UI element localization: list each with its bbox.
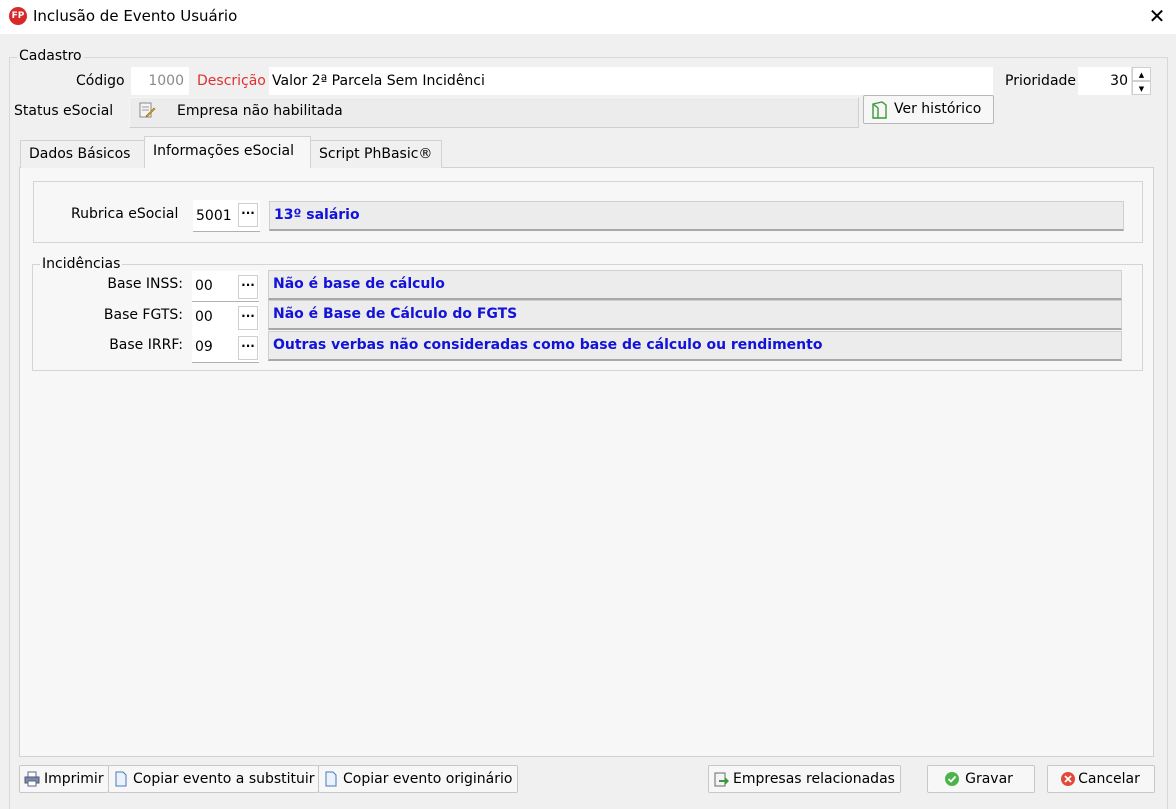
codigo-field[interactable]: 1000 [131, 67, 189, 95]
copiar-evento-substituir-label: Copiar evento a substituir [133, 771, 315, 787]
cancel-circle-icon [1061, 772, 1075, 786]
descricao-label: Descrição [197, 73, 266, 89]
incidencias-legend: Incidências [40, 256, 123, 272]
printer-icon [24, 771, 40, 787]
base-inss-description: Não é base de cálculo [268, 270, 1122, 300]
empresas-relacionadas-button[interactable]: Empresas relacionadas [708, 765, 901, 793]
copiar-evento-originario-button[interactable]: Copiar evento originário [318, 765, 518, 793]
base-irrf-label: Base IRRF: [109, 337, 183, 353]
imprimir-label: Imprimir [44, 771, 104, 787]
close-button[interactable]: ✕ [1142, 1, 1172, 31]
base-fgts-lookup-button[interactable]: ··· [238, 306, 258, 330]
status-esocial-label: Status eSocial [14, 103, 114, 119]
cancelar-label: Cancelar [1078, 771, 1140, 787]
gravar-label: Gravar [965, 771, 1013, 787]
base-inss-label: Base INSS: [107, 276, 183, 292]
codigo-label: Código [76, 73, 125, 89]
cadastro-legend: Cadastro [17, 48, 84, 64]
prioridade-spinner[interactable]: ▲ ▼ [1131, 67, 1151, 95]
base-fgts-description: Não é Base de Cálculo do FGTS [268, 300, 1122, 330]
spin-down-icon[interactable]: ▼ [1132, 81, 1151, 95]
base-fgts-label: Base FGTS: [103, 307, 183, 323]
descricao-field[interactable]: Valor 2ª Parcela Sem Incidênci [269, 67, 993, 95]
app-icon: FP [9, 7, 27, 25]
spin-up-icon[interactable]: ▲ [1132, 67, 1151, 81]
close-icon: ✕ [1148, 4, 1166, 28]
history-icon [872, 101, 887, 119]
tab-dados-basicos[interactable]: Dados Básicos [20, 140, 145, 168]
status-esocial-value: Empresa não habilitada [177, 103, 343, 119]
base-irrf-description: Outras verbas não consideradas como base… [268, 331, 1122, 361]
tab-informacoes-esocial[interactable]: Informações eSocial [144, 136, 311, 168]
copiar-evento-originario-label: Copiar evento originário [343, 771, 513, 787]
tab-panel [19, 167, 1154, 757]
edit-document-icon [139, 102, 156, 118]
base-inss-lookup-button[interactable]: ··· [238, 275, 258, 299]
check-circle-icon [945, 772, 959, 786]
prioridade-label: Prioridade [1005, 73, 1077, 89]
copiar-evento-substituir-button[interactable]: Copiar evento a substituir [108, 765, 319, 793]
empresas-relacionadas-label: Empresas relacionadas [733, 771, 895, 787]
copy-document-icon [115, 771, 127, 787]
base-irrf-lookup-button[interactable]: ··· [238, 336, 258, 360]
cancelar-button[interactable]: Cancelar [1047, 765, 1155, 793]
tab-script-phbasic[interactable]: Script PhBasic® [310, 140, 442, 168]
window-title: Inclusão de Evento Usuário [33, 7, 238, 25]
rubrica-esocial-label: Rubrica eSocial [71, 206, 179, 222]
prioridade-field[interactable]: 30 [1078, 67, 1132, 95]
rubrica-lookup-button[interactable]: ··· [238, 203, 258, 227]
imprimir-button[interactable]: Imprimir [19, 765, 109, 793]
rubrica-description: 13º salário [269, 201, 1124, 231]
copy-document-icon [325, 771, 337, 787]
ver-historico-label: Ver histórico [894, 101, 982, 117]
export-document-icon [714, 772, 729, 787]
gravar-button[interactable]: Gravar [927, 765, 1035, 793]
